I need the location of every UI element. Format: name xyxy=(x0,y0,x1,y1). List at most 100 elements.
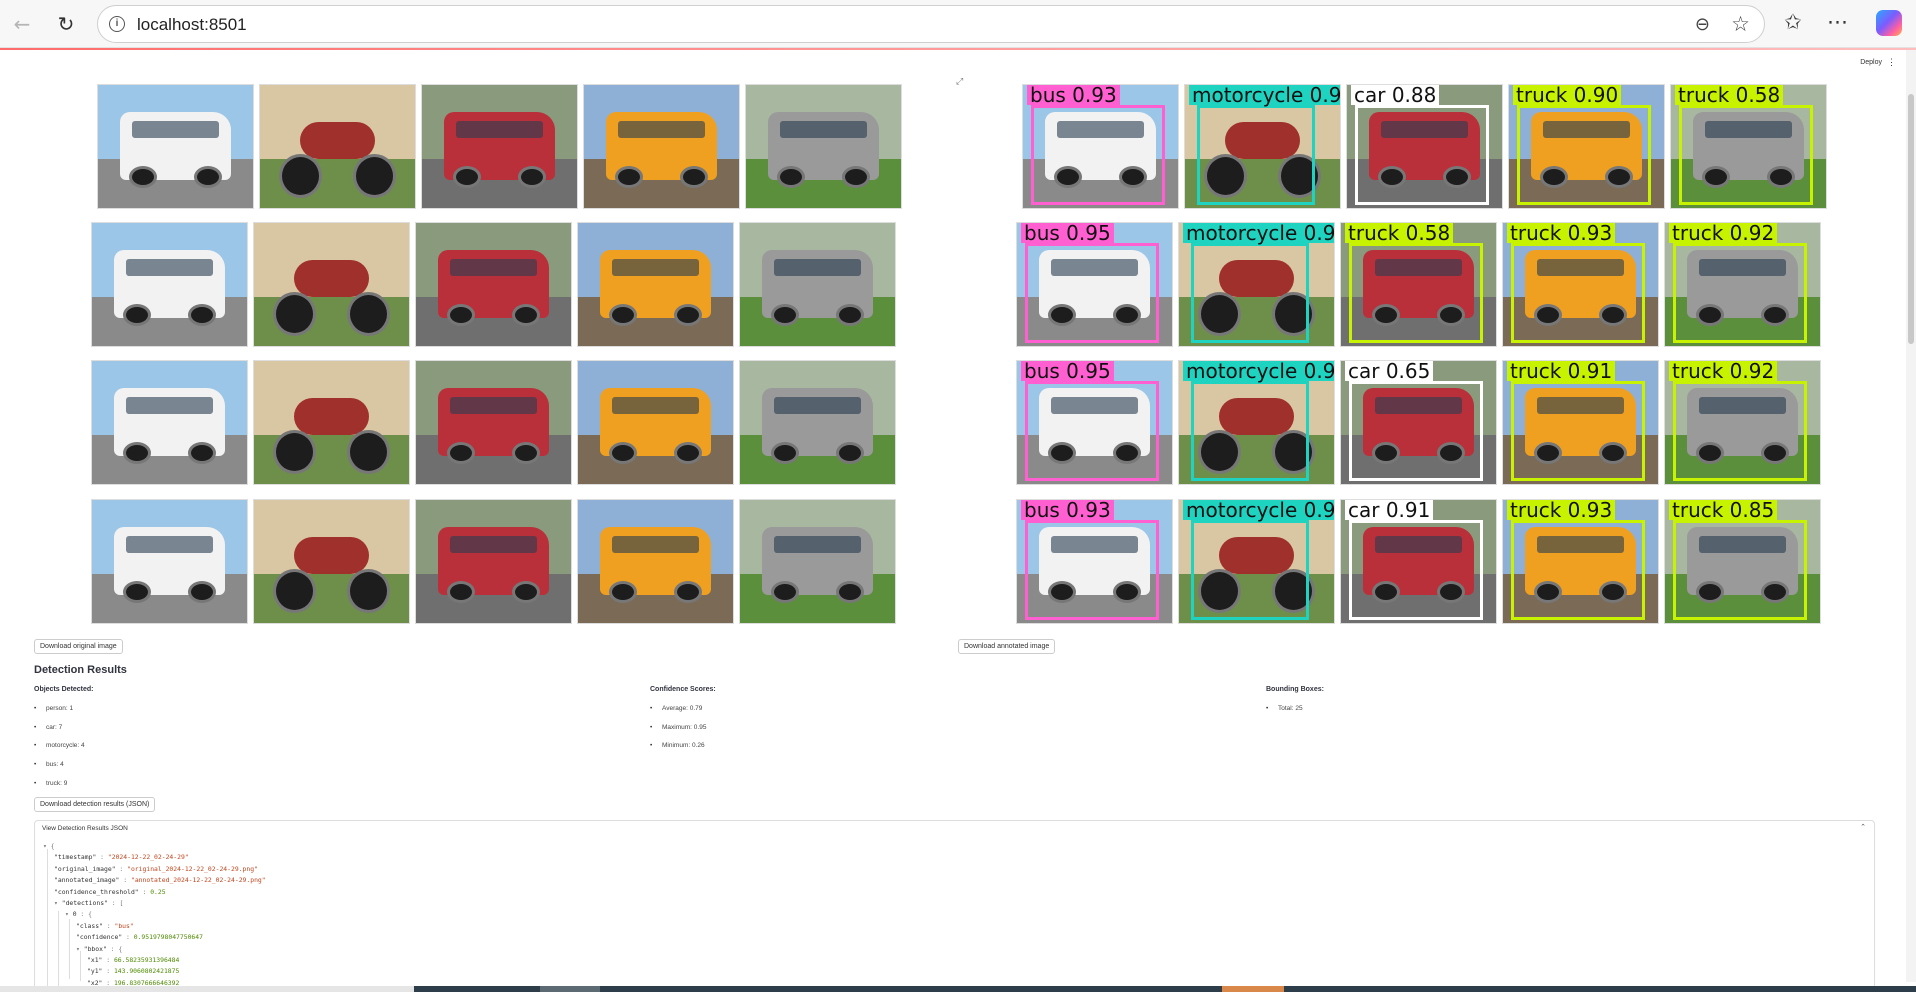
image-tile-van xyxy=(739,360,896,485)
download-annotated-button[interactable]: Download annotated image xyxy=(958,639,1056,654)
image-tile-motorcycle xyxy=(253,222,410,347)
image-row xyxy=(97,84,907,209)
json-line[interactable]: ▾ "detections" : [ xyxy=(54,899,123,907)
favorites-icon[interactable]: ✩ xyxy=(1784,10,1802,34)
detection-box-car xyxy=(1349,381,1483,481)
motorcycle-body xyxy=(294,397,369,435)
image-tile-bus: bus 0.93 xyxy=(1022,84,1179,209)
image-tile-car: car 0.65 xyxy=(1340,360,1497,485)
fullscreen-icon[interactable]: ⤢ xyxy=(956,76,963,87)
image-row xyxy=(91,222,901,347)
image-tile-car xyxy=(415,499,572,624)
image-tile-van: truck 0.85 xyxy=(1664,499,1821,624)
wheel xyxy=(272,429,316,475)
json-line: "timestamp" : "2024-12-22_02-24-29" xyxy=(54,853,189,862)
detection-box-car xyxy=(1349,520,1483,620)
image-tile-car xyxy=(421,84,578,209)
zoom-out-icon[interactable]: ⊖ xyxy=(1695,14,1710,35)
copilot-icon[interactable] xyxy=(1876,10,1902,36)
image-row xyxy=(91,360,901,485)
scrollbar-thumb[interactable] xyxy=(1908,94,1914,344)
detection-box-truck xyxy=(1511,381,1645,481)
image-tile-motorcycle xyxy=(253,360,410,485)
van-window xyxy=(774,535,861,553)
deploy-button[interactable]: Deploy xyxy=(1860,59,1882,66)
url-text: localhost:8501 xyxy=(137,15,247,34)
browser-toolbar: ← ↻ i localhost:8501 ⊖ ☆ ✩ ⋯ xyxy=(0,0,1916,48)
image-row: bus 0.95 motorcycle 0.94 car 0.65 truck … xyxy=(1016,360,1826,485)
car-window xyxy=(450,258,537,276)
detection-label-truck: truck 0.93 xyxy=(1507,500,1616,520)
confidence-heading: Confidence Scores: xyxy=(650,686,716,693)
list-item: Maximum: 0.95 xyxy=(650,724,707,731)
image-tile-car: truck 0.58 xyxy=(1340,222,1497,347)
truck-window xyxy=(612,396,699,414)
image-tile-motorcycle: motorcycle 0.92 xyxy=(1184,84,1341,209)
van-window xyxy=(774,396,861,414)
bboxes-heading: Bounding Boxes: xyxy=(1266,686,1324,693)
json-expander[interactable]: View Detection Results JSON ⌃ ▾ { "timest… xyxy=(34,820,1875,992)
detection-box-bus xyxy=(1025,381,1159,481)
detection-label-truck: truck 0.92 xyxy=(1669,223,1778,243)
list-item: person: 1 xyxy=(34,705,73,712)
address-bar[interactable]: i localhost:8501 ⊖ ☆ xyxy=(97,5,1765,43)
download-original-button[interactable]: Download original image xyxy=(34,639,123,654)
list-item: Average: 0.79 xyxy=(650,705,702,712)
list-item: motorcycle: 4 xyxy=(34,742,85,749)
detection-box-bus xyxy=(1031,105,1165,205)
detection-box-truck xyxy=(1673,381,1807,481)
detection-box-truck xyxy=(1679,105,1813,205)
detection-label-bus: bus 0.95 xyxy=(1021,361,1114,381)
image-row xyxy=(91,499,901,624)
main-menu-icon[interactable]: ⋮ xyxy=(1887,57,1896,68)
image-tile-truck xyxy=(583,84,740,209)
json-line: "confidence" : 0.9519798047750647 xyxy=(76,933,203,942)
reload-icon[interactable]: ↻ xyxy=(52,10,80,38)
expander-title[interactable]: View Detection Results JSON xyxy=(42,825,128,832)
indent-guide xyxy=(80,951,81,981)
page-scrollbar[interactable] xyxy=(1906,50,1916,982)
detection-label-motorcycle: motorcycle 0.92 xyxy=(1189,85,1340,105)
indent-guide xyxy=(69,919,70,979)
json-line: "original_image" : "original_2024-12-22_… xyxy=(54,864,258,873)
detection-label-bus: bus 0.95 xyxy=(1021,223,1114,243)
image-tile-bus: bus 0.93 xyxy=(1016,499,1173,624)
favorite-star-icon[interactable]: ☆ xyxy=(1731,12,1750,36)
json-line[interactable]: ▾ 0 : { xyxy=(65,910,92,918)
image-tile-car xyxy=(415,222,572,347)
image-tile-bus xyxy=(91,222,248,347)
detection-label-car: car 0.91 xyxy=(1345,500,1434,520)
list-item: bus: 4 xyxy=(34,761,64,768)
image-tile-bus xyxy=(97,84,254,209)
image-tile-car: car 0.88 xyxy=(1346,84,1503,209)
image-row: bus 0.93 motorcycle 0.94 car 0.91 truck … xyxy=(1016,499,1826,624)
site-info-icon[interactable]: i xyxy=(109,16,125,32)
json-line: "y1" : 143.9060802421875 xyxy=(87,967,180,976)
image-row: bus 0.93 motorcycle 0.92 car 0.88 truck … xyxy=(1022,84,1832,209)
image-tile-bus: bus 0.95 xyxy=(1016,222,1173,347)
truck-window xyxy=(618,120,705,138)
detection-box-truck xyxy=(1673,520,1807,620)
image-tile-truck: truck 0.93 xyxy=(1502,499,1659,624)
detection-box-truck xyxy=(1511,520,1645,620)
image-tile-car: car 0.91 xyxy=(1340,499,1497,624)
wheel xyxy=(272,568,316,614)
truck-window xyxy=(612,535,699,553)
wheel xyxy=(272,291,316,337)
detection-label-truck: truck 0.93 xyxy=(1507,223,1616,243)
back-arrow-icon[interactable]: ← xyxy=(8,10,36,38)
taskbar xyxy=(0,986,1916,992)
list-item: truck: 9 xyxy=(34,780,67,787)
motorcycle-body xyxy=(300,121,375,159)
motorcycle-body xyxy=(294,259,369,297)
image-tile-bus xyxy=(91,499,248,624)
detection-box-car xyxy=(1355,105,1489,205)
list-item: car: 7 xyxy=(34,724,62,731)
more-icon[interactable]: ⋯ xyxy=(1827,10,1848,34)
download-json-button[interactable]: Download detection results (JSON) xyxy=(34,797,156,812)
json-line[interactable]: ▾ { xyxy=(43,842,55,850)
list-item: Total: 25 xyxy=(1266,705,1302,712)
image-tile-van xyxy=(745,84,902,209)
json-line[interactable]: ▾ "bbox" : { xyxy=(76,945,122,953)
chevron-up-icon[interactable]: ⌃ xyxy=(1860,823,1866,831)
